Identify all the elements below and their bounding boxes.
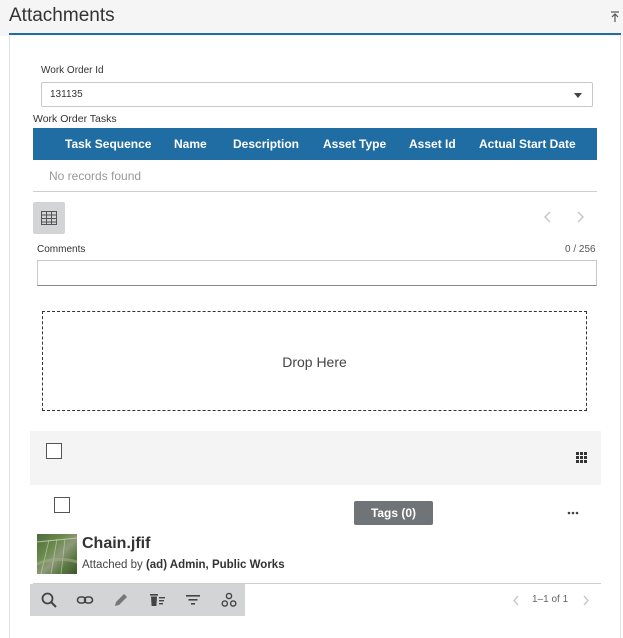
comments-counter: 0 / 256 (565, 244, 596, 255)
tasks-grid-header: Task Sequence Name Description Asset Typ… (33, 128, 597, 160)
attached-by-prefix: Attached by (82, 559, 143, 571)
panel-title: Attachments (9, 5, 115, 26)
attached-by-user: (ad) Admin, Public Works (145, 559, 285, 571)
work-order-select[interactable]: 131135 (41, 82, 593, 107)
attachment-checkbox[interactable] (54, 497, 70, 513)
settings-icon[interactable] (220, 591, 238, 609)
drop-zone-text: Drop Here (282, 354, 347, 370)
column-name[interactable]: Name (174, 137, 207, 151)
attachment-action-bar (30, 584, 245, 616)
attachment-file-name[interactable]: Chain.jfif (82, 535, 150, 553)
column-actual-start-date[interactable]: Actual Start Date (479, 137, 576, 151)
table-settings-button[interactable] (33, 202, 65, 234)
select-all-checkbox[interactable] (46, 443, 62, 459)
column-task-sequence[interactable]: Task Sequence (65, 137, 151, 151)
comments-input[interactable] (37, 260, 597, 286)
work-order-value: 131135 (50, 89, 83, 100)
chevron-right-icon[interactable] (575, 211, 585, 223)
pager-range: 1–1 of 1 (532, 594, 569, 605)
collapse-up-icon[interactable] (610, 11, 620, 23)
drop-zone[interactable]: Drop Here (42, 311, 587, 411)
column-description[interactable]: Description (233, 137, 299, 151)
chevron-left-icon[interactable] (512, 595, 520, 606)
chevron-down-icon (574, 93, 582, 98)
more-horizontal-icon[interactable] (567, 511, 579, 515)
attachment-thumbnail[interactable] (36, 534, 78, 575)
tasks-label: Work Order Tasks (33, 113, 117, 125)
link-icon[interactable] (76, 591, 94, 609)
chevron-right-icon[interactable] (582, 595, 590, 606)
delete-list-icon[interactable] (148, 591, 166, 609)
table-icon (41, 211, 57, 225)
attachments-toolbar (30, 431, 601, 485)
search-icon[interactable] (40, 591, 58, 609)
grid-divider (33, 191, 597, 192)
grid-view-icon[interactable] (576, 452, 587, 463)
chain-fence-image (36, 537, 78, 575)
panel-header: Attachments (0, 0, 623, 36)
work-order-label: Work Order Id (41, 65, 104, 76)
tags-button[interactable]: Tags (0) (354, 501, 433, 525)
chevron-left-icon[interactable] (543, 211, 553, 223)
column-asset-id[interactable]: Asset Id (409, 137, 456, 151)
comments-label: Comments (37, 244, 86, 255)
no-records-text: No records found (49, 169, 142, 183)
pencil-icon[interactable] (112, 591, 130, 609)
column-asset-type[interactable]: Asset Type (323, 137, 386, 151)
filter-icon[interactable] (184, 591, 202, 609)
attached-by-text: Attached by (ad) Admin, Public Works (82, 559, 285, 571)
